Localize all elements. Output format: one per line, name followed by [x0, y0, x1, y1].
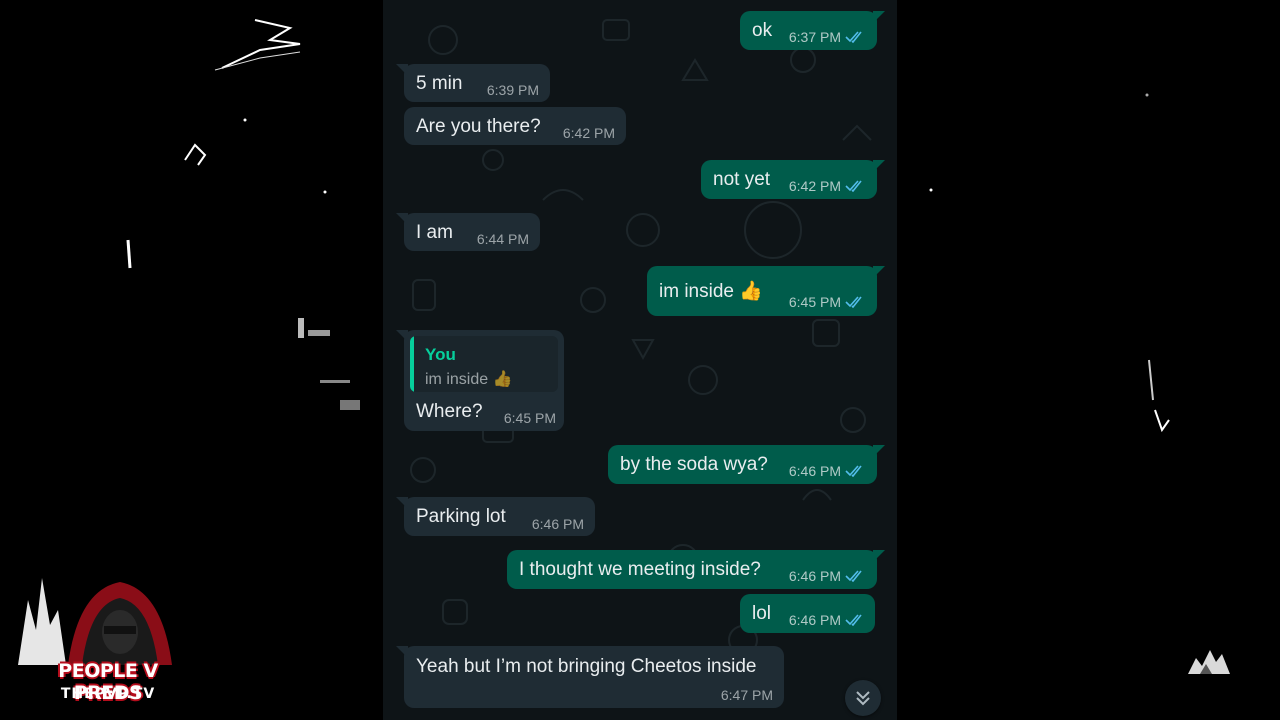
double-chevron-down-icon: [856, 691, 870, 706]
message-time: 6:45 PM: [503, 410, 556, 426]
double-check-icon: [845, 296, 862, 308]
message-time: 6:42 PM: [562, 125, 615, 141]
message-bubble-incoming[interactable]: Parking lot 6:46 PM: [396, 497, 595, 536]
double-check-icon: [845, 31, 862, 43]
bubble-tail: [873, 160, 885, 172]
bubble-tail: [873, 445, 885, 457]
double-check-icon: [845, 180, 862, 192]
message-meta: 6:46 PM: [789, 612, 865, 628]
message-meta: 6:37 PM: [789, 29, 865, 45]
right-noise-graphic: [929, 93, 1170, 433]
message-bubble-outgoing[interactable]: im inside 👍 6:45 PM: [647, 266, 885, 316]
message-meta: 6:45 PM: [504, 410, 556, 426]
bubble-tail: [396, 330, 408, 342]
message-text: by the soda wya?: [620, 454, 768, 475]
message-bubble-incoming[interactable]: 5 min 6:39 PM: [396, 64, 550, 102]
message-time: 6:47 PM: [720, 687, 773, 703]
bubble-tail: [396, 646, 408, 658]
message-bubble-incoming[interactable]: Yeah but I’m not bringing Cheetos inside…: [396, 646, 784, 708]
message-bubble-incoming-with-quote[interactable]: You im inside 👍 Where? 6:45 PM: [396, 330, 564, 431]
double-check-icon: [845, 465, 862, 477]
message-time: 6:44 PM: [476, 231, 529, 247]
quote-text: im inside 👍: [425, 371, 513, 388]
message-meta: 6:45 PM: [789, 294, 865, 310]
bubble-tail: [396, 497, 408, 509]
message-meta: 6:46 PM: [532, 516, 584, 532]
message-text: im inside 👍: [659, 281, 763, 302]
corner-watermark-icon: [1188, 650, 1230, 674]
bubble-tail: [396, 64, 408, 76]
message-text: Yeah but I’m not bringing Cheetos inside: [416, 656, 757, 677]
quote-accent-bar: [410, 336, 414, 392]
message-meta: 6:42 PM: [789, 178, 865, 194]
message-bubble-outgoing[interactable]: not yet 6:42 PM: [701, 160, 885, 199]
message-time: 6:46 PM: [531, 516, 584, 532]
quoted-message[interactable]: You im inside 👍: [410, 336, 558, 392]
message-bubble-incoming[interactable]: Are you there? 6:42 PM: [404, 107, 626, 145]
message-meta: 6:44 PM: [477, 231, 529, 247]
message-text: Where?: [416, 401, 483, 422]
double-check-icon: [845, 614, 862, 626]
bubble-tail: [396, 213, 408, 225]
chat-screen[interactable]: ok 6:37 PM 5 min 6:39 PM Are you there? …: [383, 0, 897, 720]
message-bubble-outgoing[interactable]: I thought we meeting inside? 6:46 PM: [507, 550, 885, 589]
bubble-tail: [873, 266, 885, 278]
message-time: 6:46 PM: [788, 568, 841, 584]
message-meta: 6:46 PM: [789, 568, 865, 584]
message-bubble-outgoing[interactable]: by the soda wya? 6:46 PM: [608, 445, 885, 484]
message-meta: 6:42 PM: [563, 125, 615, 141]
message-text: Are you there?: [416, 116, 541, 137]
message-bubble-outgoing[interactable]: ok 6:37 PM: [740, 11, 885, 50]
quote-author: You: [425, 345, 456, 364]
message-bubble-outgoing[interactable]: lol 6:46 PM: [740, 594, 875, 633]
message-text: 5 min: [416, 73, 463, 94]
message-text: not yet: [713, 169, 771, 190]
hooded-figure-logo-icon: [18, 578, 172, 665]
double-check-icon: [845, 570, 862, 582]
scroll-to-bottom-button[interactable]: [845, 680, 881, 716]
message-text: Parking lot: [416, 506, 506, 527]
message-meta: 6:47 PM: [721, 687, 773, 703]
message-time: 6:37 PM: [788, 29, 841, 45]
message-text: lol: [752, 603, 772, 624]
bubble-tail: [873, 550, 885, 562]
right-background-noise: [897, 0, 1280, 720]
message-time: 6:46 PM: [788, 612, 841, 628]
message-time: 6:46 PM: [788, 463, 841, 479]
message-text: I am: [416, 222, 453, 243]
message-text: ok: [752, 20, 773, 41]
message-time: 6:45 PM: [788, 294, 841, 310]
message-bubble-incoming[interactable]: I am 6:44 PM: [396, 213, 540, 251]
message-time: 6:39 PM: [486, 82, 539, 98]
bubble-tail: [873, 11, 885, 23]
message-time: 6:42 PM: [788, 178, 841, 194]
watermark-logo: PEOPLE V PREDS THEPVP.TV: [8, 570, 198, 710]
message-text: I thought we meeting inside?: [519, 559, 761, 580]
message-meta: 6:46 PM: [789, 463, 865, 479]
message-meta: 6:39 PM: [487, 82, 539, 98]
watermark-site: THEPVP.TV: [60, 686, 156, 702]
